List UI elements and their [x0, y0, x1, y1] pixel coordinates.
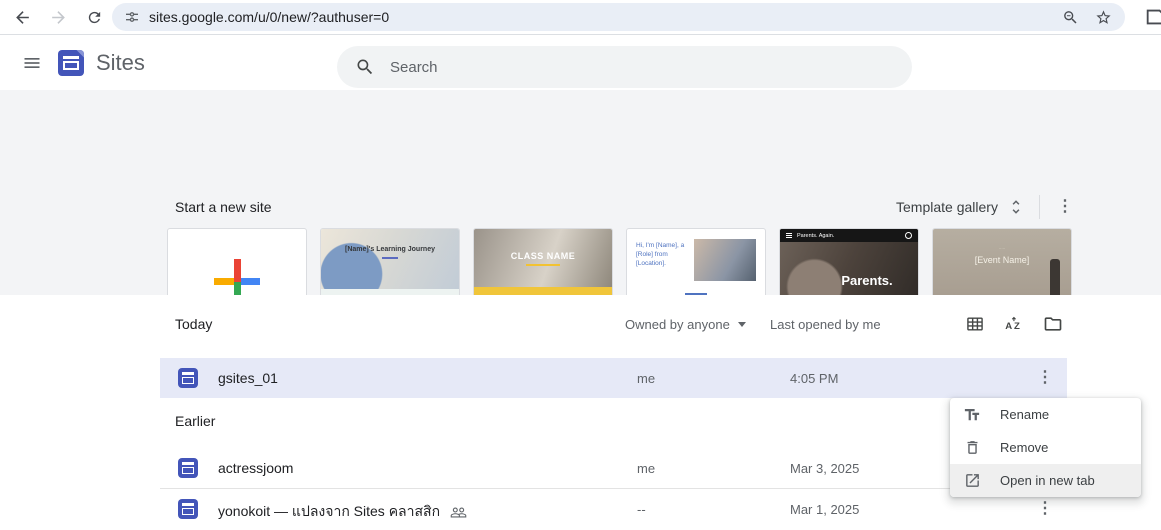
- thumbnail-headline: [Name]'s Learning Journey: [345, 246, 435, 253]
- owner-filter-dropdown[interactable]: Owned by anyone: [625, 317, 746, 332]
- thumbnail-headline: Hi, I'm [Name], a [Role] from [Location]…: [636, 242, 685, 267]
- divider: [1038, 195, 1040, 219]
- site-info-icon[interactable]: [124, 9, 140, 25]
- unfold-icon[interactable]: [1007, 198, 1025, 216]
- google-sites-home: sites.google.com/u/0/new/?authuser=0 Sit…: [0, 0, 1161, 530]
- forward-button[interactable]: [44, 3, 72, 31]
- sort-alphabetical-button[interactable]: AZ: [1003, 313, 1025, 335]
- folder-icon: [1044, 317, 1062, 331]
- list-header: Today Owned by anyone Last opened by me …: [160, 313, 1067, 337]
- side-panel-icon: [1146, 9, 1161, 25]
- url-text: sites.google.com/u/0/new/?authuser=0: [149, 9, 390, 25]
- search-input[interactable]: [388, 57, 894, 77]
- mini-search-icon: [905, 232, 912, 239]
- search-bar[interactable]: [337, 46, 912, 88]
- logo-glyph-bar: [63, 55, 79, 59]
- thumbnail-photo: [694, 239, 756, 281]
- more-vertical-icon: ⋮: [1037, 500, 1053, 517]
- menu-item-remove[interactable]: Remove: [950, 431, 1141, 464]
- start-new-site-title: Start a new site: [175, 199, 272, 215]
- back-icon: [15, 10, 29, 24]
- app-title: Sites: [96, 49, 145, 75]
- browser-nav: [0, 3, 108, 31]
- svg-text:Z: Z: [1014, 321, 1020, 332]
- mini-hamburger-icon: [786, 233, 792, 238]
- site-owner: --: [637, 502, 646, 517]
- logo-glyph-box: [63, 60, 79, 70]
- sort-az-icon: AZ: [1005, 316, 1020, 332]
- rename-icon: [963, 406, 981, 424]
- refresh-icon: [88, 11, 100, 23]
- site-title: actressjoom: [218, 460, 294, 476]
- site-owner: me: [637, 371, 656, 386]
- thumbnail-figure: [1050, 259, 1060, 295]
- delete-icon: [963, 439, 981, 457]
- thumbnail-nav-title: Parents. Again.: [797, 232, 835, 239]
- today-heading: Today: [175, 316, 213, 332]
- search-icon: [357, 59, 373, 75]
- row-context-menu: Rename Remove Open in new tab: [950, 398, 1141, 497]
- bookmark-button[interactable]: [1091, 5, 1115, 29]
- owner-filter-label: Owned by anyone: [625, 317, 730, 332]
- sites-logo[interactable]: [58, 49, 84, 76]
- site-row-gsites-01[interactable]: gsites_01 me 4:05 PM ⋮: [160, 358, 1067, 398]
- menu-item-label: Open in new tab: [1000, 473, 1095, 488]
- more-vertical-icon: ⋮: [1056, 198, 1073, 215]
- site-title: yonokoit — แปลงจาก Sites คลาสสิก: [218, 503, 441, 519]
- star-icon: [1095, 9, 1111, 24]
- refresh-button[interactable]: [80, 3, 108, 31]
- dropdown-arrow-icon: [737, 322, 746, 327]
- folder-button[interactable]: [1042, 313, 1064, 335]
- last-opened-sort[interactable]: Last opened by me: [770, 317, 881, 332]
- earlier-heading: Earlier: [175, 413, 216, 429]
- template-more-button[interactable]: ⋮: [1052, 194, 1078, 220]
- hamburger-menu-icon: [24, 57, 40, 68]
- template-section: Start a new site Template gallery ⋮ Blan…: [0, 90, 1161, 360]
- sites-file-icon: [178, 458, 198, 478]
- zoom-button[interactable]: [1058, 5, 1082, 29]
- open-in-new-icon: [963, 472, 981, 490]
- headline-underline: [382, 257, 398, 260]
- main-menu-button[interactable]: [12, 43, 52, 83]
- placeholder-line: ·····: [998, 246, 1006, 251]
- site-title: gsites_01: [218, 370, 278, 386]
- menu-item-rename[interactable]: Rename: [950, 398, 1141, 431]
- site-row-actressjoom[interactable]: actressjoom me Mar 3, 2025 ⋮: [160, 448, 1067, 489]
- app-header: Sites: [0, 35, 1161, 90]
- template-gallery-button[interactable]: Template gallery: [896, 199, 998, 215]
- row-more-button[interactable]: ⋮: [1033, 497, 1057, 521]
- zoom-out-icon: [1063, 10, 1077, 24]
- template-gallery-controls: Template gallery ⋮: [896, 194, 1078, 220]
- site-row-yonokoit[interactable]: yonokoit — แปลงจาก Sites คลาสสิก -- Mar …: [160, 489, 1067, 529]
- forward-icon: [51, 10, 65, 24]
- menu-item-label: Rename: [1000, 407, 1050, 422]
- more-vertical-icon: ⋮: [1037, 369, 1053, 386]
- browser-chrome: sites.google.com/u/0/new/?authuser=0: [0, 0, 1161, 35]
- shared-people-icon: [450, 507, 467, 517]
- thumbnail-headline: CLASS NAME: [510, 251, 576, 261]
- site-last-opened: Mar 3, 2025: [790, 461, 860, 476]
- menu-item-label: Remove: [1000, 440, 1049, 455]
- site-rows: gsites_01 me 4:05 PM ⋮ Earlier actressjo…: [160, 358, 1067, 529]
- svg-text:A: A: [1005, 321, 1012, 332]
- site-last-opened: 4:05 PM: [790, 371, 839, 386]
- back-button[interactable]: [8, 3, 36, 31]
- site-owner: me: [637, 461, 656, 476]
- headline-underline: [526, 264, 560, 266]
- address-bar[interactable]: sites.google.com/u/0/new/?authuser=0: [112, 3, 1125, 31]
- sites-file-icon: [178, 499, 198, 519]
- grid-view-button[interactable]: [964, 313, 986, 335]
- row-more-button[interactable]: ⋮: [1033, 366, 1057, 390]
- sites-file-icon: [178, 368, 198, 388]
- thumbnail-headline-line1: Parents.: [841, 273, 893, 288]
- menu-item-open-in-new-tab[interactable]: Open in new tab: [950, 464, 1141, 497]
- grid-view-icon: [967, 317, 983, 331]
- side-panel-button[interactable]: [1144, 6, 1161, 28]
- site-last-opened: Mar 1, 2025: [790, 502, 860, 517]
